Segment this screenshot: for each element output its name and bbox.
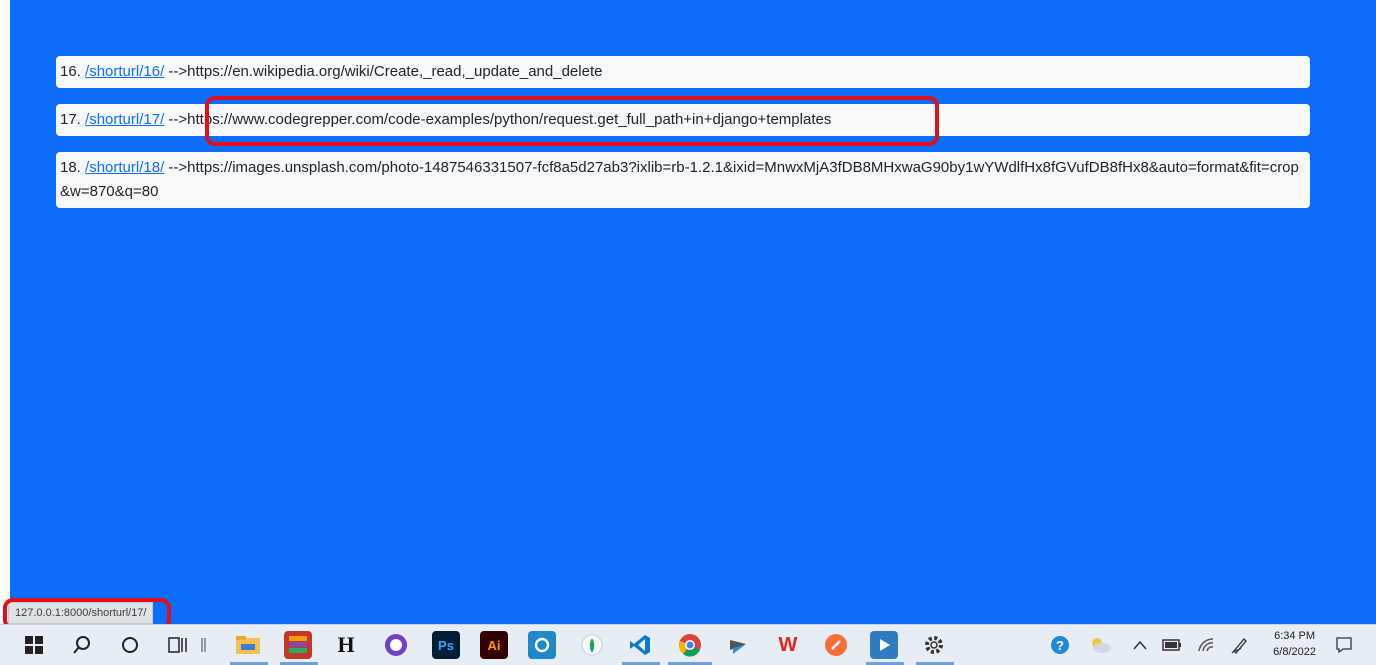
cortana-icon[interactable] bbox=[116, 631, 144, 659]
media-player-icon[interactable] bbox=[870, 631, 898, 659]
list-item: 18. /shorturl/18/ -->https://images.unsp… bbox=[56, 152, 1310, 208]
help-icon[interactable]: ? bbox=[1046, 631, 1074, 659]
wifi-icon[interactable] bbox=[1192, 631, 1220, 659]
arrow: --> bbox=[164, 63, 188, 80]
chrome-icon[interactable] bbox=[676, 631, 704, 659]
shorturl-link[interactable]: /shorturl/16/ bbox=[85, 63, 164, 80]
target-url: https://images.unsplash.com/photo-148754… bbox=[60, 159, 1299, 200]
arrow: --> bbox=[164, 111, 188, 128]
shorturl-link[interactable]: /shorturl/18/ bbox=[85, 159, 164, 176]
task-view-icon[interactable] bbox=[164, 631, 192, 659]
arrow: --> bbox=[164, 159, 188, 176]
wps-office-icon[interactable]: W bbox=[774, 631, 802, 659]
azure-data-studio-icon[interactable] bbox=[724, 631, 752, 659]
notification-icon[interactable] bbox=[1330, 631, 1358, 659]
item-number: 17. bbox=[60, 111, 81, 128]
github-desktop-icon[interactable] bbox=[382, 631, 410, 659]
clock[interactable]: 6:34 PM 6/8/2022 bbox=[1273, 628, 1316, 660]
chevron-up-icon[interactable] bbox=[1126, 631, 1154, 659]
list-item: 17. /shorturl/17/ -->https://www.codegre… bbox=[56, 104, 1310, 136]
gear-icon[interactable] bbox=[920, 631, 948, 659]
taskbar: H Ps Ai W ? 6:34 PM 6/8/2022 bbox=[0, 624, 1376, 665]
photoshop-icon[interactable]: Ps bbox=[432, 631, 460, 659]
item-number: 16. bbox=[60, 63, 81, 80]
clock-time: 6:34 PM bbox=[1274, 630, 1316, 642]
page-background bbox=[10, 0, 1376, 624]
mongodb-compass-icon[interactable] bbox=[578, 631, 606, 659]
target-url: https://www.codegrepper.com/code-example… bbox=[187, 111, 832, 128]
illustrator-icon[interactable]: Ai bbox=[480, 631, 508, 659]
hackerrank-icon[interactable]: H bbox=[332, 631, 360, 659]
separator-icon bbox=[198, 631, 210, 659]
target-url: https://en.wikipedia.org/wiki/Create,_re… bbox=[187, 63, 603, 80]
winrar-icon[interactable] bbox=[284, 631, 312, 659]
windows-start-icon[interactable] bbox=[20, 631, 48, 659]
shorturl-link[interactable]: /shorturl/17/ bbox=[85, 111, 164, 128]
battery-icon[interactable] bbox=[1158, 631, 1186, 659]
postman-icon[interactable] bbox=[822, 631, 850, 659]
search-icon[interactable] bbox=[68, 631, 96, 659]
file-explorer-icon[interactable] bbox=[234, 631, 262, 659]
utility-app-icon[interactable] bbox=[528, 631, 556, 659]
status-bar-url: 127.0.0.1:8000/shorturl/17/ bbox=[8, 602, 154, 624]
weather-icon[interactable] bbox=[1086, 631, 1114, 659]
item-number: 18. bbox=[60, 159, 81, 176]
svg-text:?: ? bbox=[1056, 638, 1064, 653]
vscode-icon[interactable] bbox=[626, 631, 654, 659]
pen-icon[interactable] bbox=[1226, 631, 1254, 659]
clock-date: 6/8/2022 bbox=[1273, 646, 1316, 658]
list-item: 16. /shorturl/16/ -->https://en.wikipedi… bbox=[56, 56, 1310, 88]
